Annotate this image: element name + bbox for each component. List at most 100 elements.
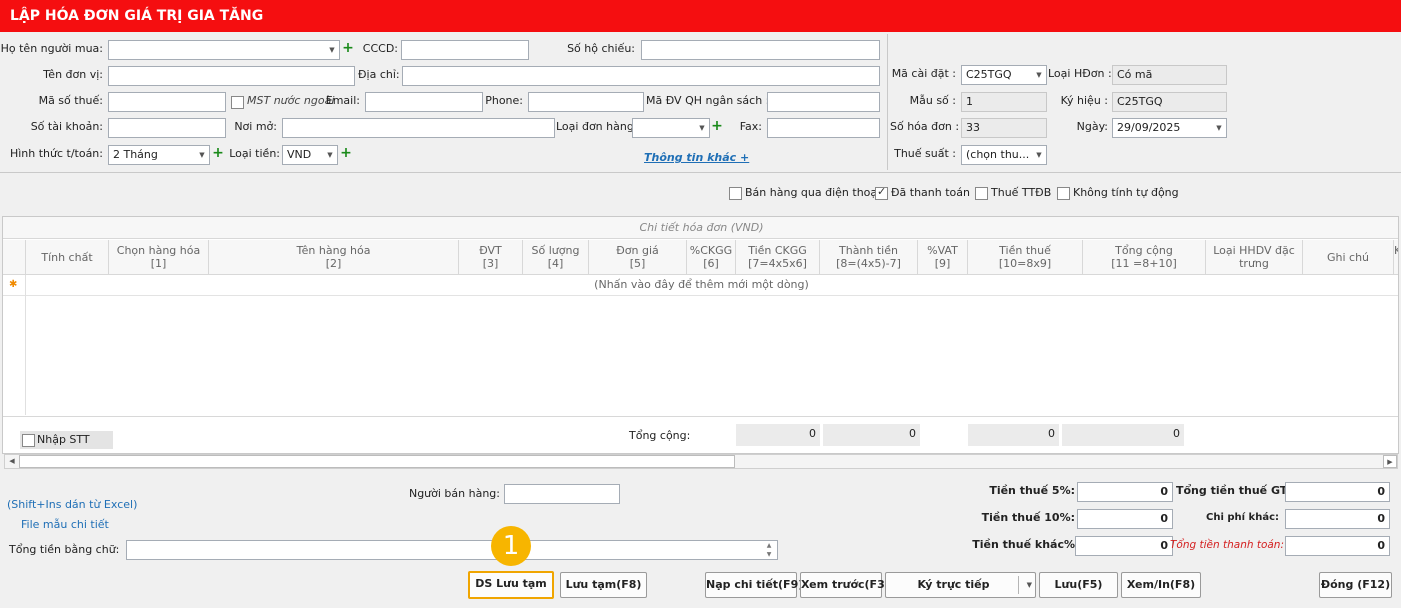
chevron-down-icon[interactable]: ▼ [325, 41, 339, 59]
spin-down-icon[interactable]: ▼ [762, 550, 776, 559]
no-auto-calc-label: Không tính tự động [1073, 186, 1179, 199]
cccd-input[interactable] [401, 40, 529, 60]
chevron-down-icon[interactable]: ▼ [195, 146, 209, 164]
save-button[interactable]: Lưu(F5) [1039, 572, 1118, 598]
close-button[interactable]: Đóng (F12) [1319, 572, 1392, 598]
date-picker[interactable]: 29/09/2025 ▼ [1112, 118, 1227, 138]
invoice-detail-grid[interactable]: Chi tiết hóa đơn (VND) Tính chất Chọn hàn… [2, 216, 1399, 454]
tax-other-input[interactable]: 0 [1075, 536, 1173, 556]
bank-input[interactable] [282, 118, 555, 138]
unit-name-input[interactable] [108, 66, 355, 86]
chevron-down-icon[interactable]: ▼ [1027, 573, 1032, 597]
stt-checkbox[interactable] [22, 434, 35, 447]
grid-column-header[interactable]: Chọn hàng hóa [1] [109, 240, 209, 275]
grid-column-header[interactable]: Tiền thuế [10=8x9] [968, 240, 1083, 275]
account-input[interactable] [108, 118, 226, 138]
setup-code-value: C25TGQ [966, 68, 1012, 81]
email-input[interactable] [365, 92, 483, 112]
grid-column-header[interactable]: %CKGG [6] [687, 240, 736, 275]
grid-column-header[interactable]: Đơn giá [5] [589, 240, 687, 275]
other-cost-input[interactable]: 0 [1285, 509, 1390, 529]
paid-checkbox[interactable] [875, 185, 888, 200]
add-payment-method-icon[interactable]: + [212, 145, 224, 163]
scroll-right-icon[interactable]: ▶ [1383, 455, 1397, 468]
grid-column-formula: [11 =8+10] [1111, 257, 1177, 270]
setup-code-combo[interactable]: C25TGQ ▼ [961, 65, 1047, 85]
foreign-mst-checkbox[interactable] [231, 96, 244, 109]
currency-combo[interactable]: VND ▼ [282, 145, 338, 165]
grid-column-header[interactable]: Tính chất [26, 240, 109, 275]
grid-column-header[interactable]: %VAT [9] [918, 240, 968, 275]
fax-input[interactable] [767, 118, 880, 138]
grid-column-header[interactable]: Khôngkh [1394, 240, 1398, 275]
step-marker: 1 [491, 526, 531, 566]
tax-rate-combo[interactable]: (chọn thu... ▼ [961, 145, 1047, 165]
tax-code-input[interactable] [108, 92, 226, 112]
grid-column-formula: [6] [703, 257, 719, 270]
special-tax-checkbox[interactable] [975, 187, 988, 200]
save-draft-button[interactable]: Lưu tạm(F8) [560, 572, 647, 598]
tax10-input[interactable]: 0 [1077, 509, 1173, 529]
chevron-down-icon[interactable]: ▼ [1032, 66, 1046, 84]
phone-input[interactable] [528, 92, 644, 112]
address-input[interactable] [402, 66, 880, 86]
phone-sale-checkbox[interactable] [729, 187, 742, 200]
add-currency-icon[interactable]: + [340, 145, 352, 163]
header-divider-vertical [887, 34, 888, 170]
order-type-combo[interactable]: ▼ [632, 118, 710, 138]
sign-direct-button[interactable]: Ký trực tiếp ▼ [885, 572, 1036, 598]
order-type-label: Loại đơn hàng: [556, 120, 638, 133]
amount-words-label: Tổng tiền bằng chữ: [9, 543, 120, 556]
grid-column-header[interactable]: Tổng cộng [11 =8+10] [1083, 240, 1206, 275]
grid-column-header[interactable]: Tiền CKGG [7=4x5x6] [736, 240, 820, 275]
detail-template-link[interactable]: File mẫu chi tiết [21, 518, 109, 531]
template-label: Mẫu số : [909, 94, 956, 107]
grid-column-header[interactable]: ĐVT [3] [459, 240, 523, 275]
account-label: Số tài khoản: [30, 120, 103, 133]
tax5-input[interactable]: 0 [1077, 482, 1173, 502]
load-detail-button[interactable]: Nạp chi tiết(F9) [705, 572, 803, 598]
grid-column-header[interactable]: Tên hàng hóa [2] [209, 240, 459, 275]
grand-total-label: Tổng tiền thanh toán: [1170, 539, 1285, 551]
add-order-type-icon[interactable]: + [711, 118, 723, 136]
chevron-down-icon[interactable]: ▼ [695, 119, 709, 137]
excel-paste-hint: (Shift+Ins dán từ Excel) [7, 498, 138, 511]
grid-caption: Chi tiết hóa đơn (VND) [3, 217, 1398, 239]
grid-column-header[interactable]: Thành tiền [8=(4x5)-7] [820, 240, 918, 275]
preview-button[interactable]: Xem trước(F3) [800, 572, 890, 598]
window-title: LẬP HÓA ĐƠN GIÁ TRỊ GIA TĂNG [0, 0, 1401, 32]
seller-input[interactable] [504, 484, 620, 504]
scroll-thumb[interactable] [19, 455, 735, 468]
view-print-button[interactable]: Xem/In(F8) [1121, 572, 1201, 598]
buyer-name-combo[interactable]: ▼ [108, 40, 340, 60]
invoice-number-field: 33 [961, 118, 1047, 138]
grid-column-header[interactable]: Số lượng [4] [523, 240, 589, 275]
grid-new-row[interactable]: ✱ (Nhấn vào đây để thêm mới một dòng) [3, 275, 1398, 296]
total-sum-value: 0 [1173, 427, 1180, 440]
draft-list-button[interactable]: DS Lưu tạm [468, 571, 554, 599]
scroll-left-icon[interactable]: ◀ [5, 455, 19, 468]
chevron-down-icon[interactable]: ▼ [323, 146, 337, 164]
grid-column-title: Tiền thuế [999, 244, 1051, 257]
grid-column-title: Loại HHDV đặc [1213, 244, 1295, 257]
no-auto-calc-checkbox[interactable] [1057, 187, 1070, 200]
budget-unit-input[interactable] [767, 92, 880, 112]
more-info-link[interactable]: Thông tin khác + [644, 151, 749, 164]
total-tax-value: 0 [1048, 427, 1055, 440]
grid-column-title: Số lượng [531, 244, 580, 257]
payment-method-combo[interactable]: 2 Tháng ▼ [108, 145, 210, 165]
amount-words-input[interactable] [126, 540, 778, 560]
passport-label: Số hộ chiếu: [567, 42, 635, 55]
grid-column-header[interactable]: Loại HHDV đặc trưng [1206, 240, 1303, 275]
other-cost-label: Chi phí khác: [1206, 512, 1279, 523]
grid-column-header[interactable]: Ghi chú [1303, 240, 1394, 275]
chevron-down-icon[interactable]: ▼ [1032, 146, 1046, 164]
passport-input[interactable] [641, 40, 880, 60]
add-buyer-icon[interactable]: + [342, 40, 354, 58]
total-amount-cell: 0 [823, 424, 920, 446]
grid-column-title: Không [1394, 244, 1398, 257]
chevron-down-icon[interactable]: ▼ [1212, 119, 1226, 137]
grid-column-title: Đơn giá [616, 244, 659, 257]
grid-column-formula: trưng [1239, 257, 1269, 270]
spin-up-icon[interactable]: ▲ [762, 541, 776, 550]
